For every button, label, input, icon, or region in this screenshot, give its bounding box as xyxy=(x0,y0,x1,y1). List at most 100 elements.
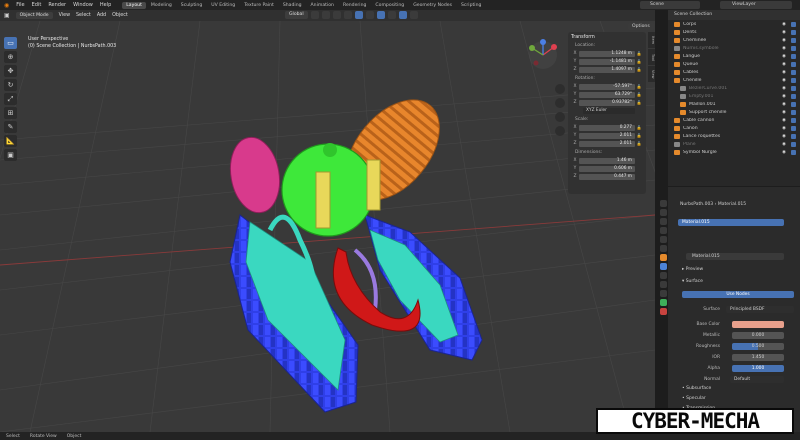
gizmo-icon[interactable] xyxy=(354,11,363,19)
location-x[interactable]: 1.1248 m xyxy=(579,50,635,57)
rotation-y[interactable]: 63.729° xyxy=(579,91,635,98)
tab-geometry-nodes[interactable]: Geometry Nodes xyxy=(409,2,456,9)
lock-icon[interactable]: 🔓 xyxy=(635,84,643,89)
tab-animation[interactable]: Animation xyxy=(307,2,338,9)
solid-shading-icon[interactable] xyxy=(387,11,396,19)
annotate-icon[interactable]: ✎ xyxy=(4,121,17,133)
outliner-row[interactable]: Queue ◉ xyxy=(668,60,800,68)
scale-icon[interactable]: ⤢ xyxy=(4,93,17,105)
outliner-row[interactable]: Maillon.001 ◉ xyxy=(668,100,800,108)
transform-header[interactable]: Transform xyxy=(571,35,643,40)
rotation-z[interactable]: 0.93782° xyxy=(579,99,635,106)
eye-icon[interactable]: ◉ xyxy=(782,134,786,139)
blender-logo-icon[interactable]: ◉ xyxy=(4,2,9,9)
eye-icon[interactable]: ◉ xyxy=(782,118,786,123)
camera-icon[interactable] xyxy=(791,133,796,139)
preview-panel[interactable]: ▸ Preview xyxy=(682,267,703,272)
cursor-icon[interactable]: ⊕ xyxy=(4,51,17,63)
lock-icon[interactable]: 🔓 xyxy=(635,141,643,146)
left-chimney[interactable] xyxy=(315,171,331,229)
lock-icon[interactable]: 🔓 xyxy=(635,125,643,130)
menu-object[interactable]: Object xyxy=(112,13,128,18)
lock-icon[interactable]: 🔓 xyxy=(635,133,643,138)
rendered-shading-icon[interactable] xyxy=(409,11,418,19)
navigation-gizmo[interactable] xyxy=(529,39,557,69)
tank-model[interactable] xyxy=(225,82,483,413)
eye-icon[interactable]: ◉ xyxy=(782,54,786,59)
dimension-z[interactable]: 0.447 m xyxy=(579,173,635,180)
metallic-field[interactable]: 0.000 xyxy=(732,332,784,339)
outliner-row[interactable]: Nurnis.symbole ◉ xyxy=(668,44,800,52)
view-layer-selector[interactable]: ViewLayer xyxy=(720,1,792,9)
camera-icon[interactable] xyxy=(791,37,796,43)
eye-icon[interactable]: ◉ xyxy=(782,22,786,27)
outliner-row[interactable]: Lance roquettes ◉ xyxy=(668,132,800,140)
camera-icon[interactable] xyxy=(791,61,796,67)
tab-sculpting[interactable]: Sculpting xyxy=(177,2,206,9)
specular-panel[interactable]: • Specular xyxy=(682,396,706,401)
ior-field[interactable]: 1.450 xyxy=(732,354,784,361)
eye-icon[interactable]: ◉ xyxy=(782,126,786,131)
constraints-tab-icon[interactable] xyxy=(660,290,667,297)
outliner-row[interactable]: Cables ◉ xyxy=(668,68,800,76)
outliner-row[interactable]: Cable cannon ◉ xyxy=(668,116,800,124)
material-tab-icon[interactable] xyxy=(660,308,667,315)
rotation-x[interactable]: -57.597° xyxy=(579,83,635,90)
camera-icon[interactable] xyxy=(791,141,796,147)
tab-compositing[interactable]: Compositing xyxy=(371,2,408,9)
3d-viewport[interactable] xyxy=(0,21,655,432)
scale-x[interactable]: 0.277 xyxy=(579,124,635,131)
subsurface-panel[interactable]: • Subsurface xyxy=(682,386,711,391)
menu-edit[interactable]: Edit xyxy=(32,2,42,8)
options-button[interactable]: Options xyxy=(628,23,654,30)
add-cube-icon[interactable]: ▣ xyxy=(4,149,17,161)
lock-icon[interactable]: 🔓 xyxy=(635,59,643,64)
lock-icon[interactable]: 🔓 xyxy=(635,67,643,72)
eye-icon[interactable]: ◉ xyxy=(782,62,786,67)
roughness-field[interactable]: 0.500 xyxy=(732,343,784,350)
menu-select[interactable]: Select xyxy=(76,13,91,18)
location-y[interactable]: -1.1481 m xyxy=(579,58,635,65)
eye-icon[interactable]: ◉ xyxy=(782,70,786,75)
editor-type-icon[interactable]: ▣ xyxy=(4,12,10,19)
scene-selector[interactable]: Scene xyxy=(640,1,700,9)
location-z[interactable]: 1.4097 m xyxy=(579,66,635,73)
output-tab-icon[interactable] xyxy=(660,218,667,225)
outliner-row[interactable]: Langue ◉ xyxy=(668,52,800,60)
eye-icon[interactable]: ◉ xyxy=(782,30,786,35)
render-tab-icon[interactable] xyxy=(660,209,667,216)
camera-icon[interactable] xyxy=(791,21,796,27)
outliner-row[interactable]: Chenille ◉ xyxy=(668,76,800,84)
scale-z[interactable]: 2.011 xyxy=(579,140,635,147)
outliner-row[interactable]: Plane ◉ xyxy=(668,140,800,148)
camera-icon[interactable] xyxy=(791,117,796,123)
use-nodes-button[interactable]: Use Nodes xyxy=(682,291,794,298)
dimension-y[interactable]: 0.606 m xyxy=(579,165,635,172)
eye-icon[interactable]: ◉ xyxy=(782,38,786,43)
eye-icon[interactable]: ◉ xyxy=(782,86,786,91)
camera-icon[interactable] xyxy=(791,53,796,59)
tool-tab-icon[interactable] xyxy=(660,200,667,207)
tab-rendering[interactable]: Rendering xyxy=(339,2,370,9)
snap-icon[interactable] xyxy=(321,11,330,19)
scale-y[interactable]: 2.011 xyxy=(579,132,635,139)
menu-help[interactable]: Help xyxy=(100,2,111,8)
lock-icon[interactable]: 🔓 xyxy=(635,100,643,105)
camera-icon[interactable] xyxy=(791,125,796,131)
move-icon[interactable]: ✥ xyxy=(4,65,17,77)
menu-render[interactable]: Render xyxy=(48,2,66,8)
tab-uv-editing[interactable]: UV Editing xyxy=(207,2,239,9)
view-layer-tab-icon[interactable] xyxy=(660,227,667,234)
eye-icon[interactable]: ◉ xyxy=(782,110,786,115)
outliner-row[interactable]: Dents ◉ xyxy=(668,28,800,36)
eye-icon[interactable]: ◉ xyxy=(782,94,786,99)
tab-layout[interactable]: Layout xyxy=(122,1,146,9)
object-tab-icon[interactable] xyxy=(660,254,667,261)
viewport-canvas[interactable] xyxy=(0,21,655,432)
normal-field[interactable]: Default xyxy=(730,376,784,383)
camera-icon[interactable] xyxy=(791,69,796,75)
tab-modeling[interactable]: Modeling xyxy=(147,2,176,9)
alpha-field[interactable]: 1.000 xyxy=(732,365,784,372)
right-chimney[interactable] xyxy=(366,159,381,211)
rotate-icon[interactable]: ↻ xyxy=(4,79,17,91)
